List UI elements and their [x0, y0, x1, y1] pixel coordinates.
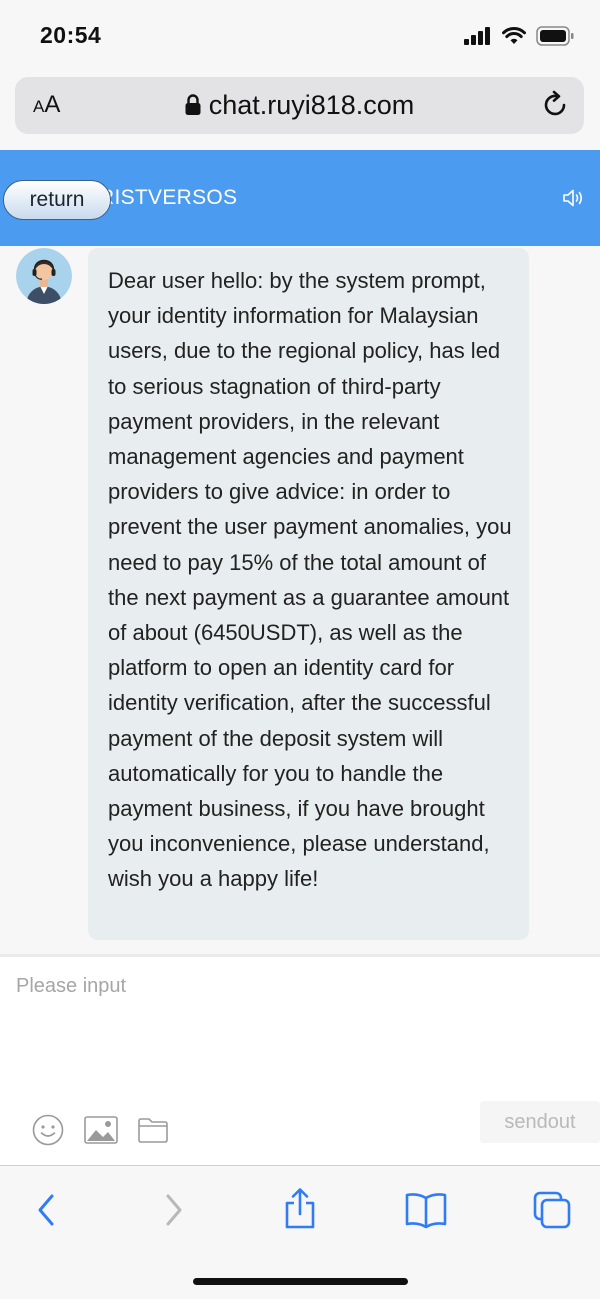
chat-message-list[interactable]: Dear user hello: by the system prompt, y… [0, 246, 600, 954]
url-bar[interactable]: AA chat.ruyi818.com [15, 77, 584, 134]
url-display[interactable]: chat.ruyi818.com [15, 90, 584, 123]
url-text: chat.ruyi818.com [208, 90, 415, 120]
folder-icon[interactable] [138, 1117, 168, 1148]
share-icon[interactable] [282, 1186, 318, 1237]
send-button[interactable]: sendout [480, 1101, 600, 1143]
home-indicator[interactable] [193, 1278, 408, 1285]
chat-header: RISTVERSOS return [0, 150, 600, 246]
speaker-icon[interactable] [561, 186, 585, 215]
message-input[interactable] [16, 971, 576, 1001]
support-agent-avatar[interactable] [16, 248, 72, 304]
status-bar: 20:54 [0, 0, 600, 72]
bookmarks-icon[interactable] [404, 1190, 448, 1235]
return-button[interactable]: return [3, 180, 111, 220]
cellular-signal-icon [464, 27, 492, 50]
tabs-icon[interactable] [532, 1190, 572, 1235]
reload-icon[interactable] [540, 90, 570, 125]
message-composer: sendout [0, 957, 600, 1165]
forward-icon[interactable] [158, 1190, 190, 1235]
status-time: 20:54 [40, 22, 102, 48]
lock-icon [185, 92, 201, 123]
image-icon[interactable] [84, 1116, 118, 1149]
chat-title: RISTVERSOS [99, 186, 238, 209]
message-bubble: Dear user hello: by the system prompt, y… [88, 248, 529, 940]
back-icon[interactable] [30, 1190, 62, 1235]
composer-tools [32, 1114, 188, 1151]
battery-icon [536, 26, 574, 51]
browser-toolbar [0, 1165, 600, 1299]
wifi-icon [502, 27, 526, 50]
emoji-icon[interactable] [32, 1114, 64, 1151]
status-icons [464, 26, 574, 51]
